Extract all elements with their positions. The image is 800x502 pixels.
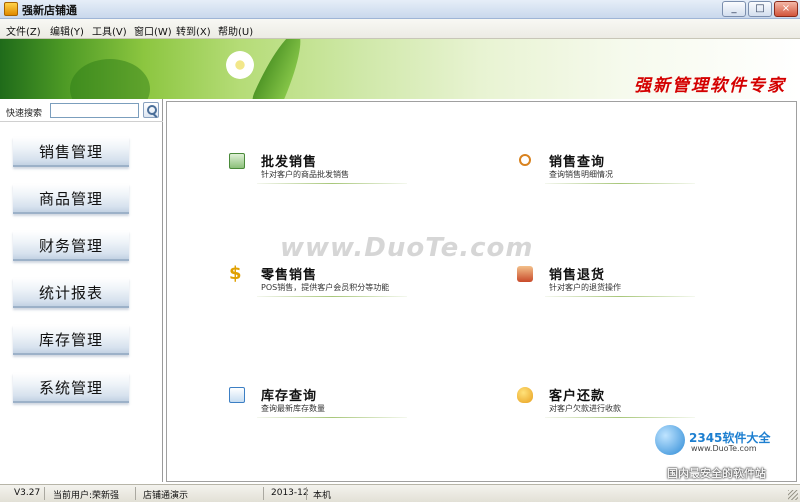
minimize-button[interactable]: _ xyxy=(722,1,746,17)
func-sales-return[interactable]: 销售退货 针对客户的退货操作 xyxy=(517,264,707,300)
func-wholesale[interactable]: 批发销售 针对客户的商品批发销售 xyxy=(229,151,419,187)
divider xyxy=(44,487,45,500)
corner-logo: 2345软件大全 www.DuoTe.com 国内最安全的软件站 xyxy=(655,425,800,485)
divider xyxy=(306,487,307,500)
divider xyxy=(257,296,407,297)
menu-bar: 文件(Z) 编辑(Y) 工具(V) 窗口(W) 转到(X) 帮助(U) xyxy=(0,19,800,39)
status-location: 本机 xyxy=(313,491,332,501)
header-banner: 强新管理软件专家 xyxy=(0,39,800,99)
menu-tools[interactable]: 工具(V) xyxy=(92,23,127,38)
window-controls: _ □ × xyxy=(722,1,798,17)
status-store: 店铺通演示 xyxy=(143,491,189,501)
func-title: 库存查询 xyxy=(261,389,318,404)
func-desc: 针对客户的退货操作 xyxy=(549,283,621,292)
search-icon[interactable] xyxy=(143,102,159,118)
func-desc: 查询最新库存数量 xyxy=(261,404,325,413)
banner-slogan: 强新管理软件专家 xyxy=(634,76,786,96)
sidebar-item-finance[interactable]: 财务管理 xyxy=(13,231,129,261)
func-desc: POS销售，提供客户会员积分等功能 xyxy=(261,283,390,292)
func-desc: 针对客户的商品批发销售 xyxy=(261,170,349,179)
mascot-icon xyxy=(655,425,685,455)
menu-edit[interactable]: 编辑(Y) xyxy=(50,23,84,38)
return-icon xyxy=(517,266,533,282)
retail-icon: $ xyxy=(229,263,242,284)
func-customer-repayment[interactable]: 客户还款 对客户欠款进行收款 xyxy=(517,385,707,421)
sidebar-item-products[interactable]: 商品管理 xyxy=(13,184,129,214)
maximize-button[interactable]: □ xyxy=(748,1,772,17)
func-title: 销售退货 xyxy=(549,268,606,283)
status-version: V3.27 xyxy=(14,488,41,498)
menu-help[interactable]: 帮助(U) xyxy=(218,23,253,38)
title-bar: 强新店铺通 _ □ × xyxy=(0,0,800,19)
sidebar-item-system[interactable]: 系统管理 xyxy=(13,373,129,403)
app-icon xyxy=(4,2,18,16)
flower-decoration xyxy=(226,51,254,79)
watermark-text: www.DuoTe.com xyxy=(280,233,534,263)
divider xyxy=(545,296,695,297)
menu-file[interactable]: 文件(Z) xyxy=(6,23,41,38)
sales-query-icon xyxy=(519,154,531,166)
func-desc: 对客户欠款进行收款 xyxy=(549,404,621,413)
stock-query-icon xyxy=(229,387,245,403)
status-bar: V3.27 当前用户:荣新强 店铺通演示 2013-12 本机 xyxy=(0,484,800,502)
divider xyxy=(263,487,264,500)
sidebar-item-reports[interactable]: 统计报表 xyxy=(13,278,129,308)
window-title: 强新店铺通 xyxy=(22,4,77,17)
divider xyxy=(257,417,407,418)
resize-grip-icon[interactable] xyxy=(788,490,798,500)
sidebar: 快速搜索 销售管理 商品管理 财务管理 统计报表 库存管理 系统管理 xyxy=(0,99,163,482)
func-stock-query[interactable]: 库存查询 查询最新库存数量 xyxy=(229,385,419,421)
sidebar-item-sales[interactable]: 销售管理 xyxy=(13,137,129,167)
func-title: 零售销售 xyxy=(261,268,318,283)
status-period: 2013-12 xyxy=(271,488,309,498)
func-title: 销售查询 xyxy=(549,155,606,170)
leaf-decoration xyxy=(70,59,150,99)
status-current-user: 当前用户:荣新强 xyxy=(53,491,120,501)
repayment-icon xyxy=(517,387,533,403)
search-label: 快速搜索 xyxy=(6,109,43,119)
func-retail[interactable]: $ 零售销售 POS销售，提供客户会员积分等功能 xyxy=(229,264,419,300)
divider xyxy=(545,417,695,418)
sidebar-item-inventory[interactable]: 库存管理 xyxy=(13,325,129,355)
divider xyxy=(135,487,136,500)
divider xyxy=(545,183,695,184)
search-input[interactable] xyxy=(50,103,139,118)
func-title: 批发销售 xyxy=(261,155,318,170)
func-desc: 查询销售明细情况 xyxy=(549,170,613,179)
wholesale-icon xyxy=(229,153,245,169)
corner-slogan: 国内最安全的软件站 xyxy=(667,467,766,480)
corner-url: www.DuoTe.com xyxy=(691,444,757,453)
close-button[interactable]: × xyxy=(774,1,798,17)
leaf-decoration xyxy=(246,39,312,99)
menu-window[interactable]: 窗口(W) xyxy=(134,23,172,38)
divider xyxy=(257,183,407,184)
func-sales-query[interactable]: 销售查询 查询销售明细情况 xyxy=(517,151,707,187)
menu-goto[interactable]: 转到(X) xyxy=(176,23,211,38)
divider xyxy=(0,121,163,122)
func-title: 客户还款 xyxy=(549,389,606,404)
